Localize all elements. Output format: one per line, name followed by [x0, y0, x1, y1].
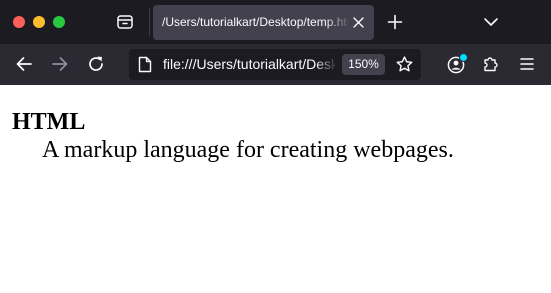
definition-description: A markup language for creating webpages.	[42, 137, 454, 163]
definition-term: HTML	[12, 109, 86, 135]
window-zoom-button[interactable]	[53, 16, 65, 28]
chevron-down-icon[interactable]	[483, 15, 499, 29]
tab-title-fade	[325, 5, 351, 40]
puzzle-icon[interactable]	[482, 55, 500, 73]
arrow-right-icon[interactable]	[51, 55, 69, 73]
arrow-left-icon[interactable]	[15, 55, 33, 73]
url-text-fade	[315, 49, 337, 80]
notification-dot	[459, 53, 468, 62]
account-button[interactable]	[446, 53, 468, 75]
tab-overview-icon[interactable]	[115, 12, 135, 32]
tab-title: /Users/tutorialkart/Desktop/temp.html	[162, 15, 348, 29]
plus-icon[interactable]	[387, 14, 403, 30]
page-content: HTML A markup language for creating webp…	[0, 85, 551, 293]
window-close-button[interactable]	[13, 16, 25, 28]
page-icon	[138, 56, 152, 73]
close-icon[interactable]	[352, 16, 365, 29]
tab-separator	[149, 8, 150, 36]
url-bar[interactable]: file:///Users/tutorialkart/Desktop/temp.…	[129, 49, 421, 80]
tab-active[interactable]: /Users/tutorialkart/Desktop/temp.html	[153, 5, 374, 40]
window-minimize-button[interactable]	[33, 16, 45, 28]
url-text[interactable]: file:///Users/tutorialkart/Desktop/temp.…	[163, 56, 335, 73]
tab-strip: /Users/tutorialkart/Desktop/temp.html	[0, 0, 551, 44]
star-icon[interactable]	[395, 55, 414, 74]
zoom-level-badge[interactable]: 150%	[342, 54, 385, 75]
navigation-toolbar: file:///Users/tutorialkart/Desktop/temp.…	[0, 44, 551, 85]
reload-icon[interactable]	[87, 55, 105, 73]
hamburger-menu-icon[interactable]	[518, 55, 536, 73]
